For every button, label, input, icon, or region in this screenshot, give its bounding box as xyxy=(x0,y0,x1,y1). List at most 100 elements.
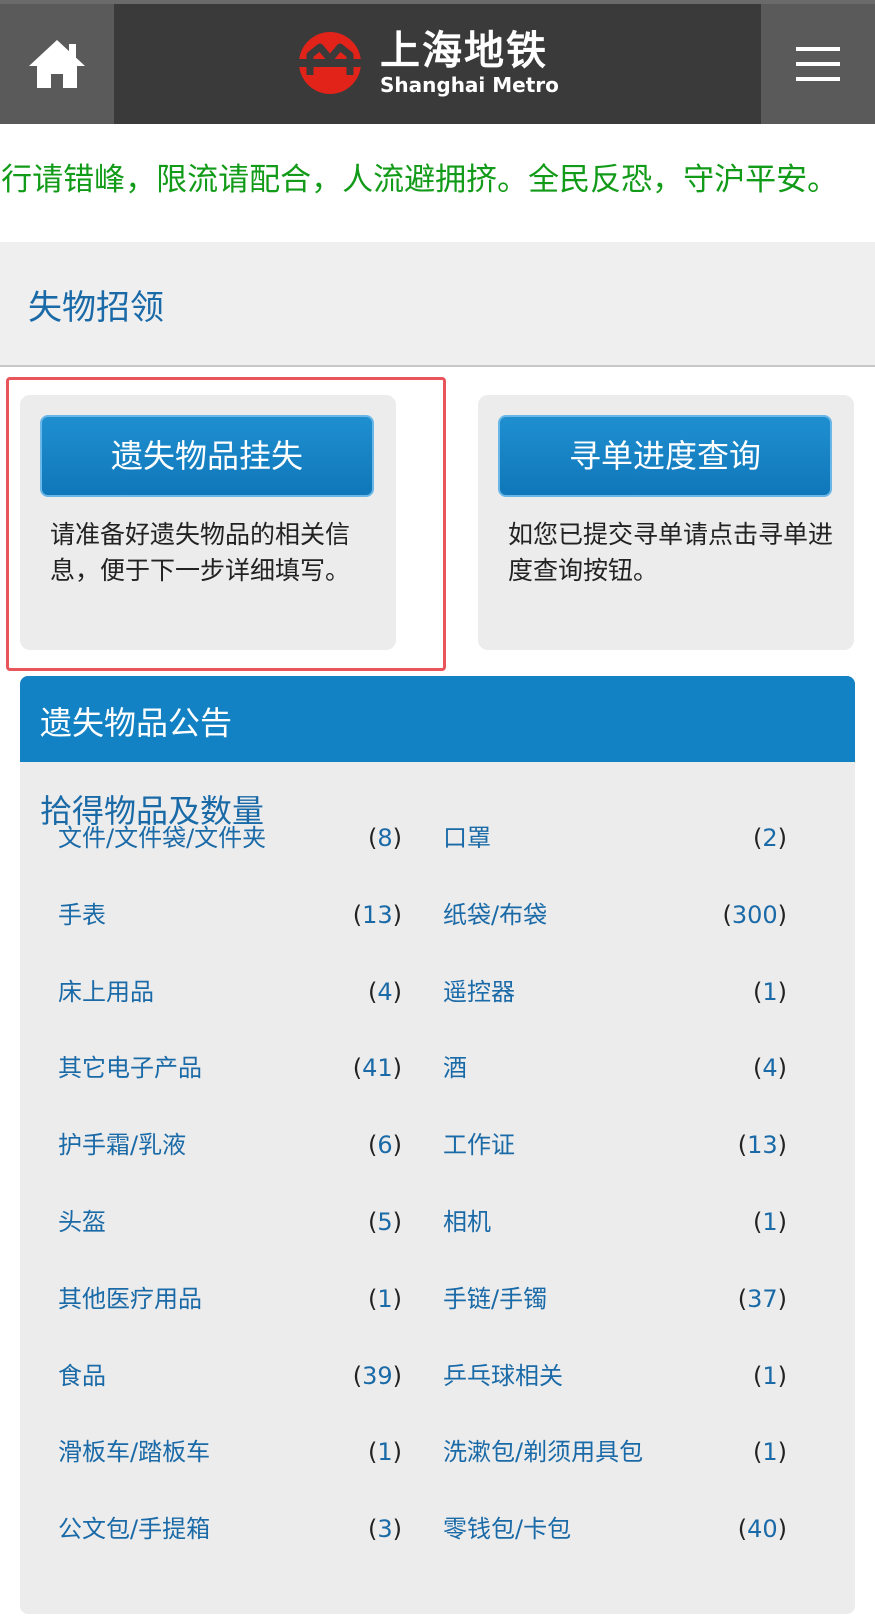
highlight-box xyxy=(6,377,446,671)
found-item[interactable]: 口罩 (2) xyxy=(443,818,787,858)
paren-open: ( xyxy=(722,901,732,929)
found-item[interactable]: 护手霜/乳液 (6) xyxy=(58,1125,402,1165)
paren-close: ) xyxy=(777,978,787,1006)
found-item-count: (300) xyxy=(722,895,787,935)
found-item-name[interactable]: 酒 xyxy=(443,1048,467,1088)
section-title-bar: 失物招领 xyxy=(0,242,875,367)
found-item[interactable]: 酒 (4) xyxy=(443,1048,787,1088)
found-item[interactable]: 手表 (13) xyxy=(58,895,402,935)
paren-open: ( xyxy=(752,978,763,1006)
count-number: 8 xyxy=(377,824,393,852)
count-number: 4 xyxy=(377,978,393,1006)
found-item-count: (4) xyxy=(753,1048,787,1088)
paren-open: ( xyxy=(352,1054,363,1082)
paren-close: ) xyxy=(392,1054,402,1082)
count-number: 5 xyxy=(377,1208,393,1236)
paren-open: ( xyxy=(367,978,378,1006)
found-item[interactable]: 纸袋/布袋 (300) xyxy=(443,895,787,935)
found-item-name[interactable]: 床上用品 xyxy=(58,972,154,1012)
count-number: 3 xyxy=(377,1515,393,1543)
paren-open: ( xyxy=(367,1438,378,1466)
found-item[interactable]: 遥控器 (1) xyxy=(443,972,787,1012)
found-item[interactable]: 手链/手镯 (37) xyxy=(443,1279,787,1319)
found-item[interactable]: 文件/文件袋/文件夹 (8) xyxy=(58,818,402,858)
found-item-name[interactable]: 头盔 xyxy=(58,1202,106,1242)
found-item[interactable]: 其他医疗用品 (1) xyxy=(58,1279,402,1319)
found-item[interactable]: 工作证 (13) xyxy=(443,1125,787,1165)
found-item-count: (1) xyxy=(753,1356,787,1396)
menu-button[interactable] xyxy=(761,4,875,124)
found-item-count: (8) xyxy=(368,818,402,858)
top-header: 上海地铁 Shanghai Metro xyxy=(0,0,875,124)
logo-en: Shanghai Metro xyxy=(380,73,559,97)
paren-close: ) xyxy=(392,1285,402,1313)
paren-open: ( xyxy=(367,1131,378,1159)
page-title: 失物招领 xyxy=(28,288,164,328)
found-item[interactable]: 食品 (39) xyxy=(58,1356,402,1396)
found-item-count: (37) xyxy=(738,1279,787,1319)
count-number: 4 xyxy=(762,1054,778,1082)
home-button[interactable] xyxy=(0,4,114,124)
found-item[interactable]: 零钱包/卡包 (40) xyxy=(443,1509,787,1549)
found-item-name[interactable]: 零钱包/卡包 xyxy=(443,1509,571,1549)
progress-query-button[interactable]: 寻单进度查询 xyxy=(498,415,832,497)
paren-open: ( xyxy=(752,1362,763,1390)
count-number: 6 xyxy=(377,1131,393,1159)
found-item[interactable]: 其它电子产品 (41) xyxy=(58,1048,402,1088)
count-number: 39 xyxy=(362,1362,393,1390)
found-item-count: (6) xyxy=(368,1125,402,1165)
found-item-name[interactable]: 相机 xyxy=(443,1202,491,1242)
found-item-count: (2) xyxy=(753,818,787,858)
found-item-name[interactable]: 公文包/手提箱 xyxy=(58,1509,210,1549)
ticker-text: J行请错峰，限流请配合，人流避拥挤。全民反恐，守沪平安。 xyxy=(0,162,839,198)
found-item[interactable]: 滑板车/踏板车 (1) xyxy=(58,1432,402,1472)
shanghai-metro-logo[interactable]: 上海地铁 Shanghai Metro xyxy=(296,22,559,104)
found-item-count: (41) xyxy=(353,1048,402,1088)
found-item-name[interactable]: 手表 xyxy=(58,895,106,935)
found-item-name[interactable]: 工作证 xyxy=(443,1125,515,1165)
header-top-line xyxy=(0,0,875,4)
found-item-name[interactable]: 乒乓球相关 xyxy=(443,1356,563,1396)
found-item-count: (4) xyxy=(368,972,402,1012)
paren-close: ) xyxy=(777,824,787,852)
notice-title: 遗失物品公告 xyxy=(40,704,233,742)
found-item-name[interactable]: 文件/文件袋/文件夹 xyxy=(58,818,266,858)
count-number: 1 xyxy=(762,1438,778,1466)
paren-open: ( xyxy=(752,1438,763,1466)
home-icon xyxy=(29,40,85,88)
paren-close: ) xyxy=(777,1131,787,1159)
found-item-name[interactable]: 食品 xyxy=(58,1356,106,1396)
found-item-name[interactable]: 其它电子产品 xyxy=(58,1048,202,1088)
found-item[interactable]: 床上用品 (4) xyxy=(58,972,402,1012)
paren-close: ) xyxy=(777,1362,787,1390)
found-item-count: (40) xyxy=(738,1509,787,1549)
found-item[interactable]: 公文包/手提箱 (3) xyxy=(58,1509,402,1549)
hamburger-menu-icon xyxy=(796,47,840,81)
notice-header: 遗失物品公告 xyxy=(20,676,855,762)
found-item[interactable]: 乒乓球相关 (1) xyxy=(443,1356,787,1396)
paren-close: ) xyxy=(777,1285,787,1313)
found-item-name[interactable]: 遥控器 xyxy=(443,972,515,1012)
count-number: 13 xyxy=(747,1131,778,1159)
count-number: 2 xyxy=(762,824,778,852)
found-item-count: (5) xyxy=(368,1202,402,1242)
found-item-count: (1) xyxy=(753,972,787,1012)
found-item-name[interactable]: 洗漱包/剃须用具包 xyxy=(443,1432,643,1472)
found-item-name[interactable]: 滑板车/踏板车 xyxy=(58,1432,210,1472)
found-item-name[interactable]: 口罩 xyxy=(443,818,491,858)
paren-close: ) xyxy=(392,978,402,1006)
found-item[interactable]: 相机 (1) xyxy=(443,1202,787,1242)
count-number: 300 xyxy=(731,901,778,929)
found-item-name[interactable]: 手链/手镯 xyxy=(443,1279,547,1319)
found-item[interactable]: 洗漱包/剃须用具包 (1) xyxy=(443,1432,787,1472)
paren-close: ) xyxy=(777,1438,787,1466)
paren-open: ( xyxy=(367,1285,378,1313)
found-item[interactable]: 头盔 (5) xyxy=(58,1202,402,1242)
paren-close: ) xyxy=(392,1131,402,1159)
count-number: 40 xyxy=(747,1515,778,1543)
paren-open: ( xyxy=(737,1515,748,1543)
found-item-name[interactable]: 其他医疗用品 xyxy=(58,1279,202,1319)
paren-open: ( xyxy=(752,1054,763,1082)
found-item-name[interactable]: 护手霜/乳液 xyxy=(58,1125,186,1165)
found-item-name[interactable]: 纸袋/布袋 xyxy=(443,895,547,935)
